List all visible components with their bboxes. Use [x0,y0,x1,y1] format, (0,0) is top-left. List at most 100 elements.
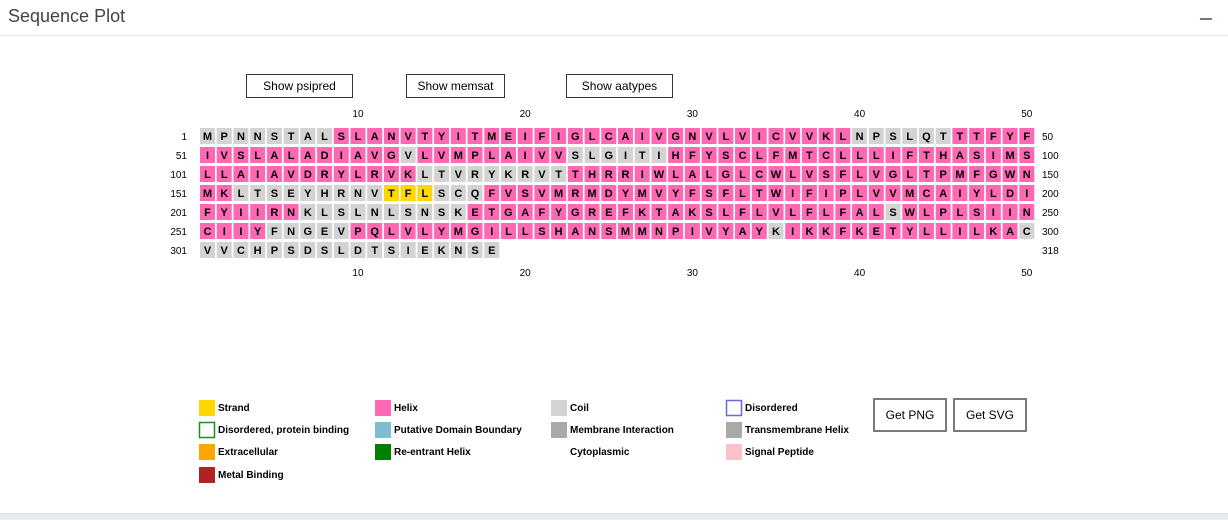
residue-letter: W [654,169,665,181]
residue-letter: V [538,169,546,181]
residue-letter: R [605,169,613,181]
residue-letter: L [957,207,964,219]
residue-letter: N [856,131,864,143]
residue-letter: N [387,131,395,143]
residue-letter: T [923,169,930,181]
legend-swatch [199,400,215,416]
residue-letter: Y [672,188,680,200]
residue-letter: I [691,226,694,238]
legend-swatch [199,467,215,483]
row-end-label: 150 [1042,170,1059,181]
residue-letter: T [488,207,495,219]
residue-letter: F [722,188,729,200]
residue-letter: K [504,169,512,181]
residue-letter: M [554,188,563,200]
residue-letter: N [655,226,663,238]
residue-letter: S [338,131,345,143]
residue-letter: G [471,226,480,238]
row-start-label: 301 [170,246,187,257]
get-png-button[interactable]: Get PNG [873,398,947,432]
residue-letter: Y [973,188,981,200]
residue-letter: V [388,169,396,181]
residue-letter: G [671,131,680,143]
residue-letter: M [454,226,463,238]
residue-letter: E [287,188,294,200]
row-start-label: 101 [170,170,187,181]
residue-letter: I [223,226,226,238]
residue-letter: S [321,245,328,257]
residue-letter: V [455,169,463,181]
residue-letter: N [254,131,262,143]
residue-letter: I [891,150,894,162]
residue-letter: K [989,226,997,238]
residue-letter: R [321,169,329,181]
residue-letter: L [238,188,245,200]
residue-letter: W [771,188,782,200]
get-svg-button[interactable]: Get SVG [953,398,1027,432]
residue-letter: V [739,131,747,143]
residue-letter: F [739,207,746,219]
residue-letter: F [622,207,629,219]
residue-letter: K [454,207,462,219]
residue-letter: V [371,150,379,162]
residue-letter: L [706,169,713,181]
residue-letter: P [221,131,228,143]
residue-letter: S [338,207,345,219]
residue-letter: A [856,207,864,219]
residue-letter: L [488,150,495,162]
legend-swatch [375,400,391,416]
residue-letter: E [321,226,328,238]
residue-letter: S [438,188,445,200]
residue-letter: I [825,188,828,200]
residue-letter: L [906,131,913,143]
residue-letter: L [923,226,930,238]
residue-letter: S [404,207,411,219]
residue-letter: I [958,188,961,200]
residue-letter: S [1023,150,1030,162]
residue-letter: L [990,188,997,200]
legend-label: Coil [570,403,589,414]
legend-label: Strand [218,403,250,414]
residue-letter: K [805,226,813,238]
residue-letter: C [922,188,930,200]
residue-letter: L [505,226,512,238]
residue-letter: D [605,188,613,200]
residue-letter: T [806,150,813,162]
residue-letter: F [806,188,813,200]
residue-letter: H [321,188,329,200]
residue-letter: V [772,207,780,219]
residue-letter: M [955,169,964,181]
residue-letter: L [288,150,295,162]
residue-letter: L [321,207,328,219]
residue-letter: W [771,169,782,181]
residue-letter: H [939,150,947,162]
residue-letter: G [571,131,580,143]
residue-letter: I [641,131,644,143]
residue-letter: T [288,131,295,143]
residue-letter: F [839,226,846,238]
ruler-bottom-label: 40 [854,268,866,279]
residue-letter: W [1005,169,1016,181]
residue-letter: S [705,207,712,219]
residue-letter: T [421,131,428,143]
residue-letter: S [705,188,712,200]
residue-letter: L [421,150,428,162]
residue-letter: G [571,207,580,219]
residue-letter: S [889,131,896,143]
residue-letter: Y [622,188,630,200]
residue-letter: I [758,131,761,143]
residue-letter: M [454,150,463,162]
legend-swatch [198,421,216,439]
residue-letter: L [672,169,679,181]
residue-letter: F [204,207,211,219]
residue-letter: S [237,150,244,162]
residue-letter: P [471,150,478,162]
residue-letter: L [823,207,830,219]
residue-letter: M [203,188,212,200]
residue-letter: F [906,150,913,162]
residue-letter: S [271,131,278,143]
residue-letter: I [256,169,259,181]
residue-letter: F [839,169,846,181]
residue-letter: V [873,169,881,181]
residue-letter: C [822,150,830,162]
